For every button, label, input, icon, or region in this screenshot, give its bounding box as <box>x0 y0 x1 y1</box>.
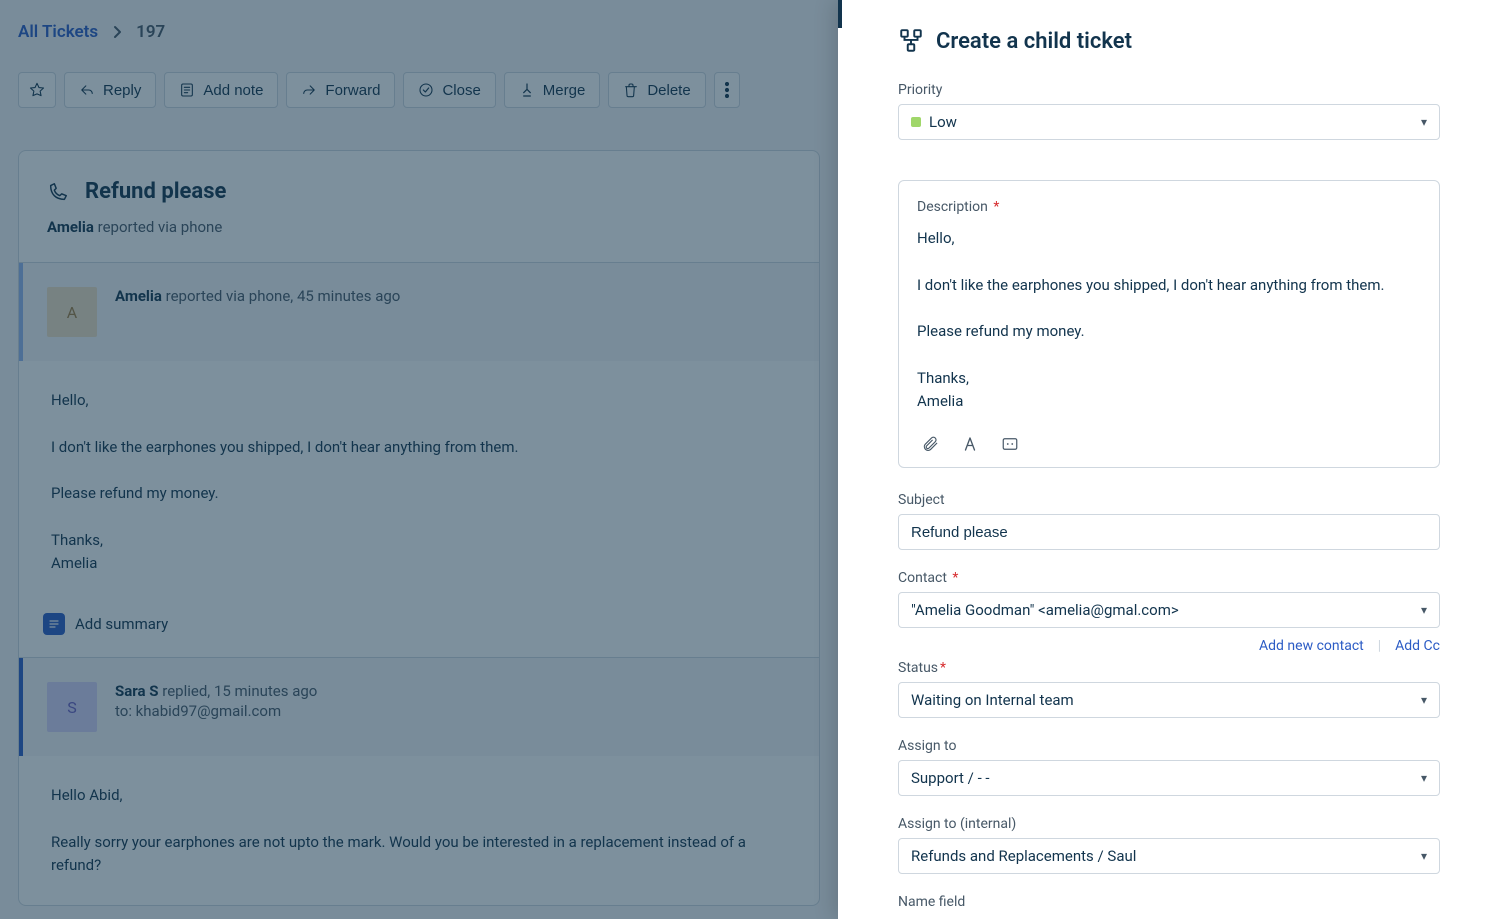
chevron-down-icon: ▾ <box>1421 849 1427 863</box>
panel-title-row: Create a child ticket <box>898 28 1440 54</box>
contact-value: "Amelia Goodman" <amelia@gmal.com> <box>911 601 1179 619</box>
message-header[interactable]: A Amelia reported via phone, 45 minutes … <box>19 263 819 361</box>
merge-button[interactable]: Merge <box>504 72 601 108</box>
message-body: Hello,I don't like the earphones you shi… <box>19 361 819 603</box>
panel-title: Create a child ticket <box>936 29 1132 54</box>
description-toolbar <box>917 435 1421 453</box>
summary-icon <box>43 613 65 635</box>
create-child-ticket-panel: Create a child ticket Priority Low ▾ Des… <box>838 0 1500 919</box>
status-label: Status* <box>898 660 1440 676</box>
ticket-card: Refund please Amelia reported via phone … <box>18 150 820 906</box>
chevron-down-icon: ▾ <box>1421 115 1427 129</box>
add-note-label: Add note <box>203 82 263 99</box>
close-panel-button[interactable] <box>838 0 842 28</box>
merge-label: Merge <box>543 82 586 99</box>
priority-value: Low <box>929 113 957 131</box>
attach-icon[interactable] <box>921 435 939 453</box>
contact-label: Contact * <box>898 570 1440 586</box>
reply-label: Reply <box>103 82 141 99</box>
assign-label: Assign to <box>898 738 1440 754</box>
status-select[interactable]: Waiting on Internal team ▾ <box>898 682 1440 718</box>
chevron-down-icon: ▾ <box>1421 603 1427 617</box>
priority-label: Priority <box>898 82 1440 98</box>
delete-label: Delete <box>647 82 690 99</box>
message-to-line: to: khabid97@gmail.com <box>115 702 317 720</box>
separator: | <box>1378 638 1381 654</box>
chevron-down-icon: ▾ <box>1421 693 1427 707</box>
assign-internal-label: Assign to (internal) <box>898 816 1440 832</box>
description-field: Description * Hello,I don't like the ear… <box>898 180 1440 468</box>
add-note-button[interactable]: Add note <box>164 72 278 108</box>
ticket-subtitle: Amelia reported via phone <box>47 218 791 236</box>
avatar: A <box>47 287 97 337</box>
ticket-title: Refund please <box>85 179 226 204</box>
message-body: Hello Abid,Really sorry your earphones a… <box>19 756 819 905</box>
add-cc-link[interactable]: Add Cc <box>1395 638 1440 654</box>
breadcrumb-root[interactable]: All Tickets <box>18 22 98 42</box>
subject-input[interactable] <box>911 515 1427 549</box>
assign-internal-field: Assign to (internal) Refunds and Replace… <box>898 816 1440 874</box>
priority-field: Priority Low ▾ <box>898 82 1440 140</box>
message-author-line: Amelia reported via phone, 45 minutes ag… <box>115 287 400 305</box>
reply-button[interactable]: Reply <box>64 72 156 108</box>
chevron-down-icon: ▾ <box>1421 771 1427 785</box>
add-summary-label: Add summary <box>75 615 168 633</box>
ticket-toolbar: Reply Add note Forward Close Merge Delet… <box>18 72 820 108</box>
forward-button[interactable]: Forward <box>286 72 395 108</box>
text-format-icon[interactable] <box>961 435 979 453</box>
contact-select[interactable]: "Amelia Goodman" <amelia@gmal.com> ▾ <box>898 592 1440 628</box>
close-button[interactable]: Close <box>403 72 495 108</box>
canned-response-icon[interactable] <box>1001 435 1019 453</box>
breadcrumb-ticket-id: 197 <box>136 22 165 42</box>
avatar: S <box>47 682 97 732</box>
add-summary-button[interactable]: Add summary <box>19 603 819 657</box>
forward-label: Forward <box>325 82 380 99</box>
close-label: Close <box>442 82 480 99</box>
contact-field: Contact * "Amelia Goodman" <amelia@gmal.… <box>898 570 1440 654</box>
priority-low-dot-icon <box>911 117 921 127</box>
ticket-pane: All Tickets 197 Reply Add note Forward C… <box>0 0 838 919</box>
chevron-right-icon <box>112 25 122 39</box>
more-button[interactable] <box>714 72 740 108</box>
breadcrumb: All Tickets 197 <box>18 22 820 42</box>
child-ticket-icon <box>898 28 924 54</box>
phone-icon <box>47 181 69 203</box>
delete-button[interactable]: Delete <box>608 72 705 108</box>
assign-internal-value: Refunds and Replacements / Saul <box>911 847 1136 865</box>
assign-select[interactable]: Support / - - ▾ <box>898 760 1440 796</box>
assign-internal-select[interactable]: Refunds and Replacements / Saul ▾ <box>898 838 1440 874</box>
description-editor[interactable]: Hello,I don't like the earphones you shi… <box>917 227 1421 413</box>
contact-actions: Add new contact | Add Cc <box>898 638 1440 654</box>
message-header[interactable]: S Sara S replied, 15 minutes ago to: kha… <box>19 658 819 756</box>
star-button[interactable] <box>18 72 56 108</box>
message-block: S Sara S replied, 15 minutes ago to: kha… <box>19 657 819 905</box>
add-new-contact-link[interactable]: Add new contact <box>1259 638 1364 654</box>
assign-value: Support / - - <box>911 769 990 787</box>
name-field: Name field <box>898 894 1440 910</box>
name-field-label: Name field <box>898 894 1440 910</box>
status-value: Waiting on Internal team <box>911 691 1074 709</box>
message-block: A Amelia reported via phone, 45 minutes … <box>19 262 819 657</box>
subject-field: Subject <box>898 492 1440 550</box>
description-label: Description * <box>917 199 1421 215</box>
status-field: Status* Waiting on Internal team ▾ <box>898 660 1440 718</box>
priority-select[interactable]: Low ▾ <box>898 104 1440 140</box>
assign-field: Assign to Support / - - ▾ <box>898 738 1440 796</box>
subject-label: Subject <box>898 492 1440 508</box>
message-author-line: Sara S replied, 15 minutes ago <box>115 682 317 700</box>
